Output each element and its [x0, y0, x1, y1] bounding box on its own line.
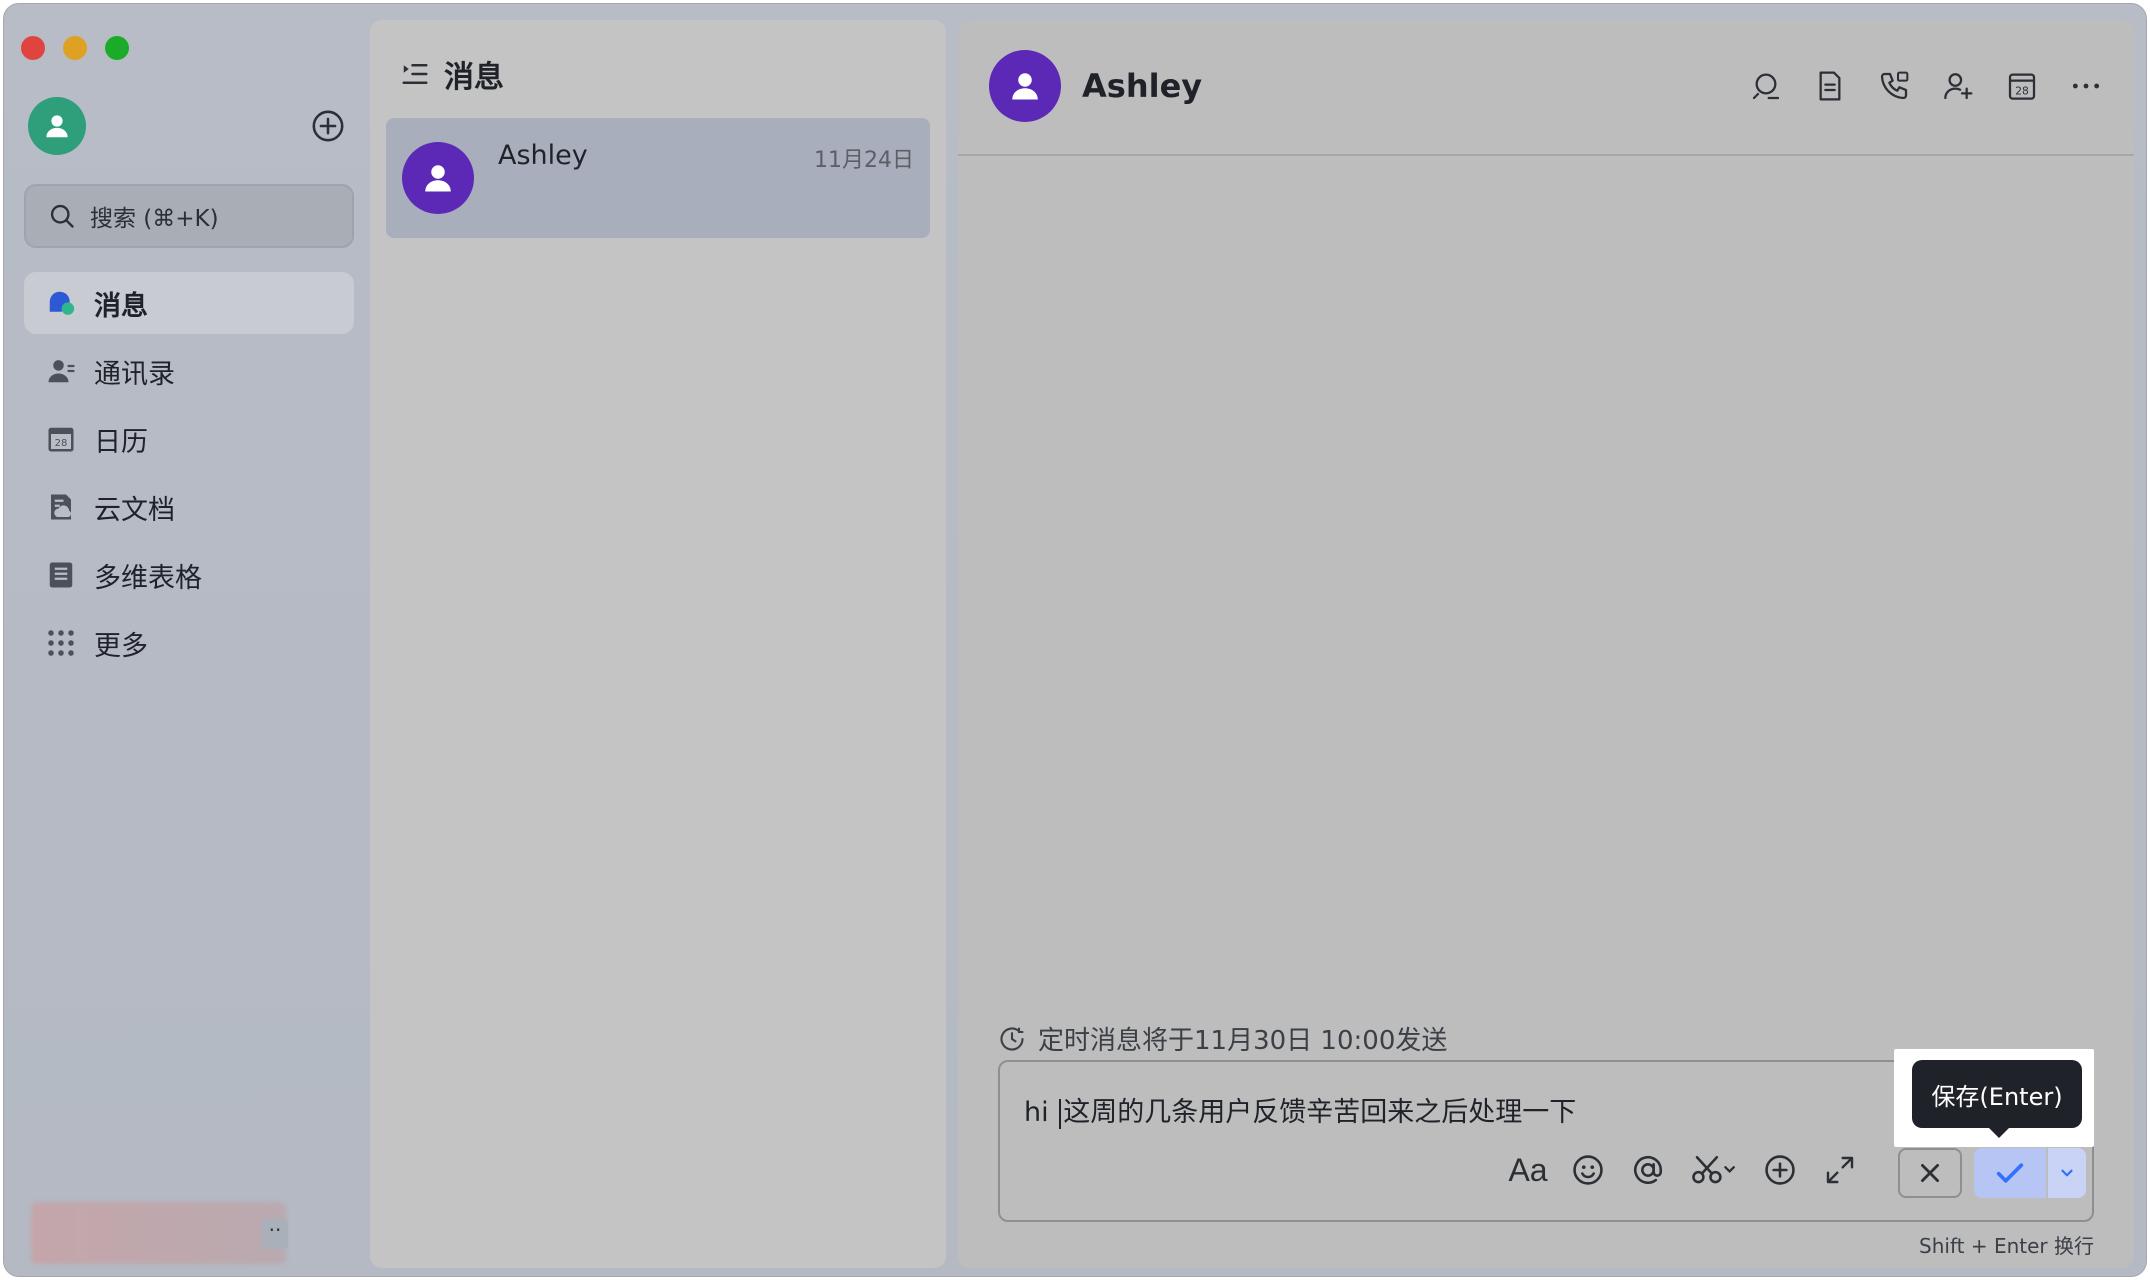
mention-button[interactable]	[1630, 1152, 1666, 1188]
search-chat-button[interactable]	[1748, 68, 1784, 104]
close-window-button[interactable]	[21, 36, 45, 60]
chat-toolbar: 28	[1748, 68, 2104, 104]
checkmark-icon	[1996, 1163, 2024, 1183]
plus-circle-icon	[1765, 1155, 1795, 1185]
cancel-edit-button[interactable]	[1898, 1148, 1962, 1198]
emoji-icon	[1573, 1155, 1603, 1185]
phone-icon	[1880, 71, 1909, 100]
contact-avatar	[402, 142, 474, 214]
message-list-panel: 消息 Ashley 11月24日	[370, 20, 946, 1268]
maximize-window-button[interactable]	[105, 36, 129, 60]
sidebar-item-contacts[interactable]: 通讯录	[24, 340, 354, 402]
expand-editor-button[interactable]	[1822, 1152, 1858, 1188]
person-icon	[425, 165, 451, 192]
person-icon	[46, 115, 68, 138]
more-icon	[2072, 83, 2100, 89]
more-actions-button[interactable]	[1762, 1152, 1798, 1188]
contacts-icon	[46, 356, 76, 386]
sidebar-item-calendar[interactable]: 28 日历	[24, 408, 354, 470]
search-icon	[1752, 73, 1780, 100]
message-input[interactable]: hi 这周的几条用户反馈辛苦回来之后处理一下	[1024, 1090, 1576, 1129]
sidebar-nav: 消息 通讯录 28 日历 云文档 多维表格 更多	[24, 272, 354, 680]
conversation-date: 11月24日	[814, 148, 914, 173]
sidebar-item-label: 消息	[94, 290, 148, 322]
schedule-notice-text: 定时消息将于11月30日 10:00发送	[1038, 1026, 1448, 1056]
app-window: 搜索 (⌘+K) 消息 通讯录 28 日历 云文档 多维表格 更多 ·· 消息 …	[3, 3, 2147, 1277]
call-button[interactable]	[1876, 68, 1912, 104]
save-button[interactable]	[1974, 1148, 2046, 1198]
sidebar-item-messages[interactable]: 消息	[24, 272, 354, 334]
grid-dots-icon	[46, 628, 76, 658]
account-more-icon[interactable]: ··	[262, 1219, 288, 1249]
chat-header: Ashley 28	[958, 20, 2134, 156]
sidebar-item-label: 多维表格	[94, 562, 202, 594]
chevron-down-icon	[2061, 1169, 2073, 1177]
save-options-dropdown[interactable]	[2048, 1148, 2086, 1198]
calendar-icon: 28	[46, 424, 76, 454]
sidebar-item-docs[interactable]: 云文档	[24, 476, 354, 538]
chat-bubble-icon	[46, 288, 76, 318]
emoji-button[interactable]	[1570, 1152, 1606, 1188]
scissors-icon	[1692, 1155, 1735, 1184]
blurred-account-area[interactable]	[31, 1202, 286, 1264]
clock-icon	[1000, 1026, 1024, 1051]
create-button[interactable]	[310, 108, 346, 144]
chat-contact-name: Ashley	[1082, 67, 1203, 105]
newline-hint: Shift + Enter 换行	[1919, 1234, 2094, 1258]
plus-circle-icon	[312, 110, 344, 142]
page-title: 消息	[444, 60, 504, 95]
sidebar-item-label: 云文档	[94, 494, 175, 526]
sidebar-item-label: 日历	[94, 426, 148, 458]
collapse-list-icon[interactable]	[400, 59, 430, 89]
expand-icon	[1826, 1156, 1854, 1184]
calendar-button[interactable]: 28	[2004, 68, 2040, 104]
save-tooltip: 保存(Enter)	[1912, 1060, 2082, 1138]
composer-toolbar: Aa	[1508, 1152, 1858, 1188]
text-caret	[1059, 1098, 1062, 1129]
calendar-icon: 28	[2008, 73, 2036, 100]
sidebar-item-label: 通讯录	[94, 358, 175, 390]
contact-avatar[interactable]	[989, 50, 1061, 122]
documents-button[interactable]	[1812, 68, 1848, 104]
screenshot-button[interactable]	[1690, 1152, 1738, 1188]
person-icon	[1012, 73, 1038, 100]
window-controls	[21, 36, 129, 60]
search-input[interactable]: 搜索 (⌘+K)	[24, 184, 354, 248]
table-icon	[46, 560, 76, 590]
message-list-header: 消息	[400, 52, 504, 96]
message-text-before-caret: hi	[1024, 1097, 1058, 1128]
svg-text:28: 28	[55, 438, 68, 449]
at-sign-icon	[1633, 1155, 1663, 1184]
add-member-icon	[1944, 73, 1973, 100]
conversation-item[interactable]: Ashley 11月24日	[386, 118, 930, 238]
sidebar-item-bitable[interactable]: 多维表格	[24, 544, 354, 606]
close-icon	[1921, 1164, 1939, 1182]
more-options-button[interactable]	[2068, 68, 2104, 104]
document-icon	[1819, 71, 1841, 101]
user-avatar[interactable]	[28, 97, 86, 155]
sidebar-item-more[interactable]: 更多	[24, 612, 354, 674]
sidebar-item-label: 更多	[94, 630, 148, 662]
add-member-button[interactable]	[1940, 68, 1976, 104]
conversation-name: Ashley	[498, 140, 588, 171]
search-icon	[50, 204, 74, 228]
chat-panel: Ashley 28 定时消息将于11月30日 10:00发送 hi 这周的几条用…	[958, 20, 2134, 1268]
svg-text:28: 28	[2015, 85, 2029, 98]
scheduled-message-notice: 定时消息将于11月30日 10:00发送	[998, 1020, 1447, 1057]
cloud-doc-icon	[46, 492, 76, 522]
format-text-button[interactable]: Aa	[1508, 1152, 1547, 1188]
message-text-after-caret: 这周的几条用户反馈辛苦回来之后处理一下	[1063, 1097, 1577, 1128]
search-placeholder: 搜索 (⌘+K)	[90, 206, 219, 232]
minimize-window-button[interactable]	[63, 36, 87, 60]
